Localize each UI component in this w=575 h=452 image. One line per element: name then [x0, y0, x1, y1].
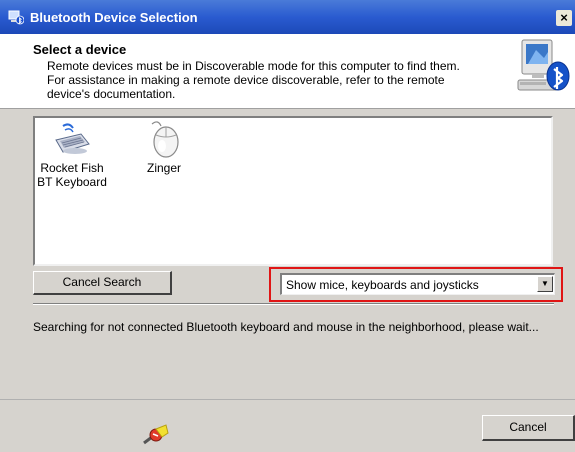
cancel-button[interactable]: Cancel — [482, 415, 575, 441]
device-label: Zinger — [146, 161, 181, 175]
divider — [33, 303, 554, 305]
device-item-zinger[interactable]: Zinger — [135, 120, 193, 175]
cancel-search-label: Cancel Search — [62, 275, 142, 289]
close-icon: × — [560, 10, 568, 25]
status-text: Searching for not connected Bluetooth ke… — [33, 320, 539, 334]
header-panel: Select a device Remote devices must be i… — [0, 34, 575, 109]
cancel-search-button[interactable]: Cancel Search — [33, 271, 172, 295]
dropdown-value: Show mice, keyboards and joysticks — [286, 278, 479, 292]
footer-divider — [0, 399, 575, 400]
device-item-rocket-fish[interactable]: Rocket Fish BT Keyboard — [37, 122, 107, 189]
bluetooth-app-icon — [8, 10, 24, 25]
device-label: Rocket Fish BT Keyboard — [37, 161, 107, 189]
device-filter-dropdown[interactable]: Show mice, keyboards and joysticks ▼ — [280, 273, 555, 295]
header-title: Select a device — [33, 42, 127, 57]
close-button[interactable]: × — [556, 10, 572, 26]
title-bar[interactable]: Bluetooth Device Selection × — [0, 0, 575, 34]
device-list[interactable]: Rocket Fish BT Keyboard Zinger — [33, 116, 553, 266]
chevron-down-icon[interactable]: ▼ — [537, 276, 553, 292]
header-description: Remote devices must be in Discoverable m… — [47, 59, 460, 101]
cancel-label: Cancel — [509, 420, 547, 434]
mouse-icon — [151, 121, 179, 158]
keyboard-icon — [55, 123, 90, 154]
connector-icon — [143, 424, 169, 445]
window-title: Bluetooth Device Selection — [30, 10, 198, 25]
bluetooth-computer-icon — [517, 39, 570, 91]
